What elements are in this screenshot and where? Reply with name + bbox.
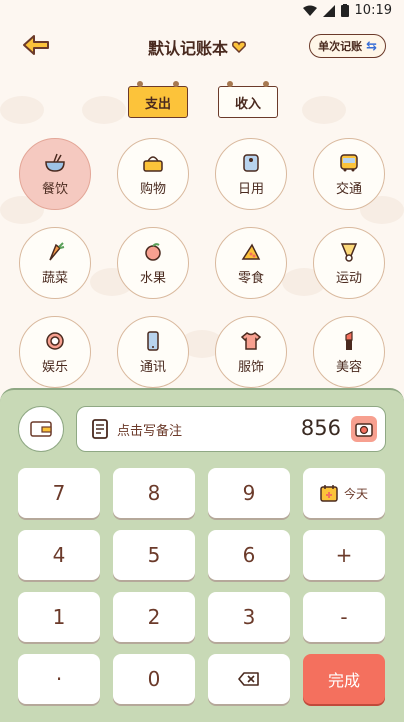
category-beauty[interactable]: 美容 <box>313 316 385 388</box>
status-bar: 10:19 <box>0 0 404 24</box>
back-button[interactable] <box>22 34 54 58</box>
key-7[interactable]: 7 <box>18 468 100 518</box>
header: 默认记账本 单次记账 ⇆ <box>0 24 404 70</box>
category-label: 美容 <box>335 359 362 375</box>
key-plus[interactable]: + <box>303 530 385 580</box>
note-placeholder: 点击写备注 <box>117 424 183 439</box>
calendar-icon <box>320 485 338 502</box>
tab-expense-label: 支出 <box>144 96 171 112</box>
category-entertainment[interactable]: 娱乐 <box>19 316 91 388</box>
key-3[interactable]: 3 <box>208 592 290 642</box>
toilet-paper-icon <box>239 152 263 174</box>
category-label: 运动 <box>335 270 362 286</box>
ledger-selector[interactable]: 默认记账本 <box>148 35 246 59</box>
peach-icon <box>141 241 165 263</box>
category-snacks[interactable]: 零食 <box>215 227 287 299</box>
category-label: 通讯 <box>139 359 166 375</box>
done-button[interactable]: 完成 <box>303 654 385 704</box>
battery-icon <box>340 4 349 17</box>
bowl-icon <box>43 152 67 174</box>
category-clothing[interactable]: 服饰 <box>215 316 287 388</box>
category-label: 交通 <box>335 181 362 197</box>
key-4[interactable]: 4 <box>18 530 100 580</box>
category-food[interactable]: 餐饮 <box>19 138 91 210</box>
backspace-icon <box>238 672 259 686</box>
category-label: 购物 <box>139 181 166 197</box>
category-vegetables[interactable]: 蔬菜 <box>19 227 91 299</box>
key-date-today[interactable]: 今天 <box>303 468 385 518</box>
wallet-icon <box>30 421 52 437</box>
category-label: 娱乐 <box>41 359 68 375</box>
key-5[interactable]: 5 <box>113 530 195 580</box>
category-fruit[interactable]: 水果 <box>117 227 189 299</box>
basket-icon <box>141 152 165 174</box>
key-minus[interactable]: - <box>303 592 385 642</box>
pizza-icon <box>239 241 263 263</box>
category-label: 服饰 <box>237 359 264 375</box>
wifi-icon <box>302 5 317 16</box>
carrot-icon <box>43 241 67 263</box>
category-label: 日用 <box>237 181 264 197</box>
page-title: 默认记账本 <box>148 39 229 58</box>
key-backspace[interactable] <box>208 654 290 704</box>
status-time: 10:19 <box>354 3 392 18</box>
key-1[interactable]: 1 <box>18 592 100 642</box>
amount-display: 856 <box>300 416 341 440</box>
shuttlecock-icon <box>337 241 361 263</box>
category-sports[interactable]: 运动 <box>313 227 385 299</box>
shirt-icon <box>239 330 263 352</box>
key-8[interactable]: 8 <box>113 468 195 518</box>
key-6[interactable]: 6 <box>208 530 290 580</box>
type-tabs: 支出 收入 <box>0 81 404 126</box>
status-icons: 10:19 <box>302 3 392 18</box>
note-icon <box>92 419 108 439</box>
key-2[interactable]: 2 <box>113 592 195 642</box>
today-label: 今天 <box>343 486 368 501</box>
tab-income[interactable]: 收入 <box>218 81 278 118</box>
category-label: 水果 <box>139 270 166 286</box>
signal-icon <box>322 4 335 17</box>
tab-income-label: 收入 <box>234 96 261 112</box>
swap-icon: ⇆ <box>366 38 377 54</box>
keypad-panel: 点击写备注 856 7 8 9 今天 4 5 6 + 1 2 3 - · 0 完… <box>0 388 404 722</box>
back-arrow-icon <box>23 35 49 55</box>
key-9[interactable]: 9 <box>208 468 290 518</box>
camera-icon <box>355 423 373 437</box>
key-0[interactable]: 0 <box>113 654 195 704</box>
dartboard-icon <box>43 330 67 352</box>
single-entry-toggle-button[interactable]: 单次记账 ⇆ <box>309 34 386 58</box>
account-select-button[interactable] <box>18 406 64 452</box>
category-label: 零食 <box>237 270 264 286</box>
category-transport[interactable]: 交通 <box>313 138 385 210</box>
heart-dropdown-icon <box>232 41 246 53</box>
lipstick-icon <box>337 330 361 352</box>
bus-icon <box>337 152 361 174</box>
camera-button[interactable] <box>351 416 377 442</box>
mode-label: 单次记账 <box>318 40 363 53</box>
category-label: 蔬菜 <box>41 270 68 286</box>
category-shopping[interactable]: 购物 <box>117 138 189 210</box>
category-daily-use[interactable]: 日用 <box>215 138 287 210</box>
category-label: 餐饮 <box>41 181 68 197</box>
key-decimal[interactable]: · <box>18 654 100 704</box>
category-communication[interactable]: 通讯 <box>117 316 189 388</box>
note-input[interactable]: 点击写备注 856 <box>76 406 386 452</box>
tab-expense[interactable]: 支出 <box>128 81 188 118</box>
phone-icon <box>141 330 165 352</box>
